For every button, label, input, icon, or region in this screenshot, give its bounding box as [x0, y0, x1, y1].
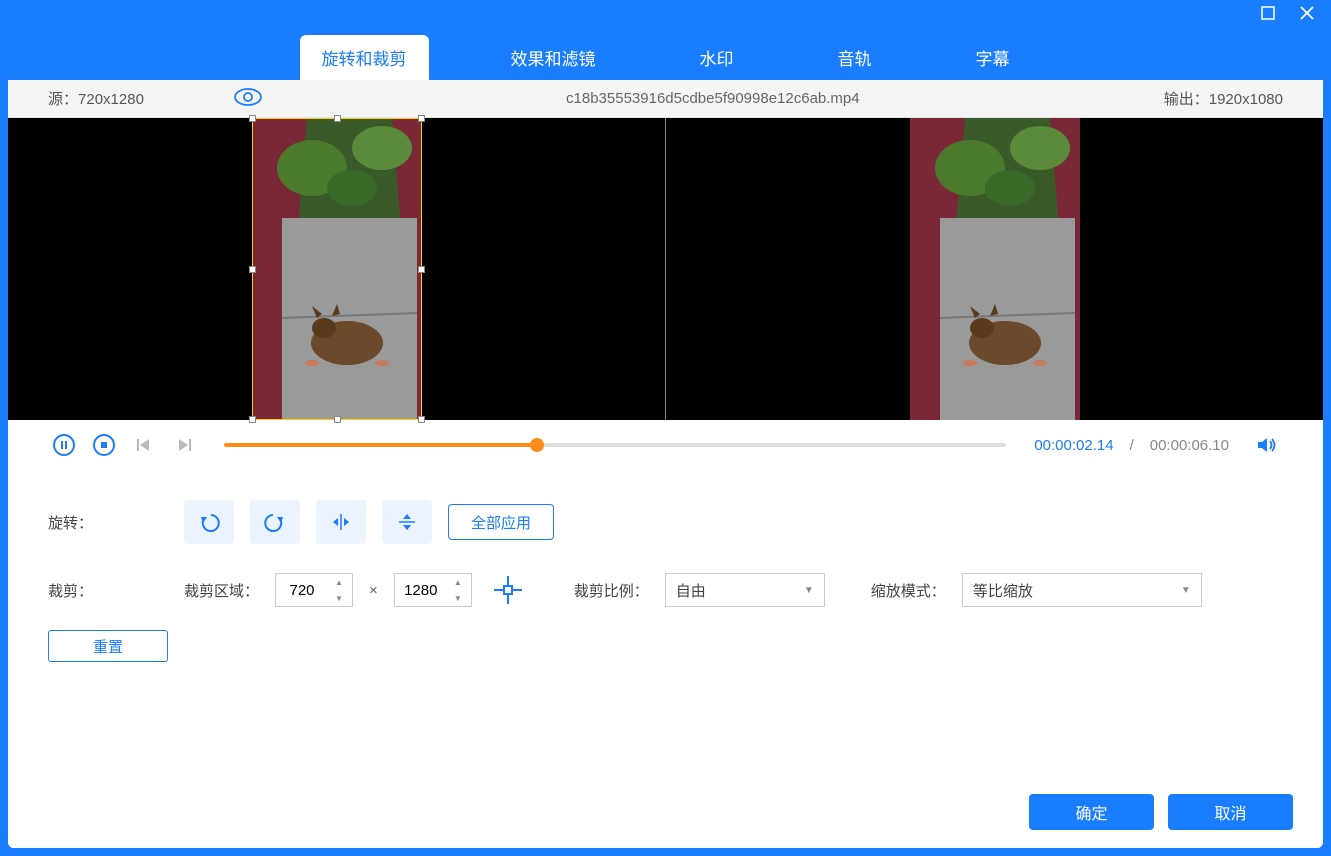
playback-bar: 00:00:02.14 / 00:00:06.10: [8, 420, 1323, 470]
source-preview[interactable]: [8, 118, 666, 420]
crop-label: 裁剪：: [48, 580, 168, 601]
crop-width-input[interactable]: [276, 582, 328, 599]
controls-panel: 旋转： 全部应用 裁剪： 裁剪区域：: [8, 470, 1323, 848]
seek-slider[interactable]: [224, 443, 1006, 447]
tab-bar: 旋转和裁剪 效果和滤镜 水印 音轨 字幕: [0, 30, 1331, 80]
up-arrow-icon[interactable]: ▲: [447, 574, 469, 590]
filename: c18b35553916d5cdbe5f90998e12c6ab.mp4: [262, 90, 1164, 107]
crop-height-input[interactable]: [395, 582, 447, 599]
reset-button[interactable]: 重置: [48, 630, 168, 662]
rotate-left-button[interactable]: [184, 500, 234, 544]
crop-width-stepper[interactable]: ▲▼: [275, 573, 353, 607]
time-sep: /: [1130, 437, 1134, 454]
flip-vertical-button[interactable]: [382, 500, 432, 544]
crop-ratio-label: 裁剪比例：: [574, 580, 649, 601]
prev-frame-icon[interactable]: [132, 433, 156, 457]
source-dimensions: 720x1280: [78, 91, 144, 108]
apply-all-button[interactable]: 全部应用: [448, 504, 554, 540]
output-label: 输出：: [1164, 91, 1209, 108]
down-arrow-icon[interactable]: ▼: [328, 590, 350, 606]
ok-button[interactable]: 确定: [1029, 794, 1154, 830]
output-preview: [666, 118, 1323, 420]
pause-icon[interactable]: [52, 433, 76, 457]
down-arrow-icon[interactable]: ▼: [447, 590, 469, 606]
info-bar: 源：720x1280 c18b35553916d5cdbe5f90998e12c…: [8, 80, 1323, 118]
crop-area-label: 裁剪区域：: [184, 580, 259, 601]
scale-mode-dropdown[interactable]: 等比缩放 ▼: [962, 573, 1202, 607]
times-symbol: ×: [369, 582, 378, 599]
chevron-down-icon: ▼: [804, 585, 814, 596]
chevron-down-icon: ▼: [1181, 585, 1191, 596]
crop-height-stepper[interactable]: ▲▼: [394, 573, 472, 607]
tab-rotate-crop[interactable]: 旋转和裁剪: [300, 35, 429, 80]
tab-watermark[interactable]: 水印: [678, 35, 756, 80]
rotate-label: 旋转：: [48, 512, 168, 533]
flip-horizontal-button[interactable]: [316, 500, 366, 544]
up-arrow-icon[interactable]: ▲: [328, 574, 350, 590]
crop-ratio-dropdown[interactable]: 自由 ▼: [665, 573, 825, 607]
close-icon[interactable]: [1299, 5, 1315, 26]
center-crop-button[interactable]: [488, 570, 528, 610]
scale-mode-value: 等比缩放: [973, 580, 1033, 601]
titlebar: [0, 0, 1331, 30]
tab-audio[interactable]: 音轨: [816, 35, 894, 80]
crop-ratio-value: 自由: [676, 580, 706, 601]
maximize-icon[interactable]: [1261, 6, 1275, 25]
rotate-right-button[interactable]: [250, 500, 300, 544]
source-label: 源：: [48, 91, 78, 108]
dialog-footer: 确定 取消: [1029, 794, 1293, 830]
preview-area: [8, 118, 1323, 420]
eye-icon[interactable]: [234, 88, 262, 110]
stop-icon[interactable]: [92, 433, 116, 457]
output-dimensions: 1920x1080: [1209, 91, 1283, 108]
cancel-button[interactable]: 取消: [1168, 794, 1293, 830]
time-total: 00:00:06.10: [1150, 437, 1229, 454]
next-frame-icon[interactable]: [172, 433, 196, 457]
time-current: 00:00:02.14: [1034, 437, 1113, 454]
scale-mode-label: 缩放模式：: [871, 580, 946, 601]
volume-icon[interactable]: [1255, 433, 1279, 457]
tab-effects[interactable]: 效果和滤镜: [489, 35, 618, 80]
tab-subtitle[interactable]: 字幕: [954, 35, 1032, 80]
